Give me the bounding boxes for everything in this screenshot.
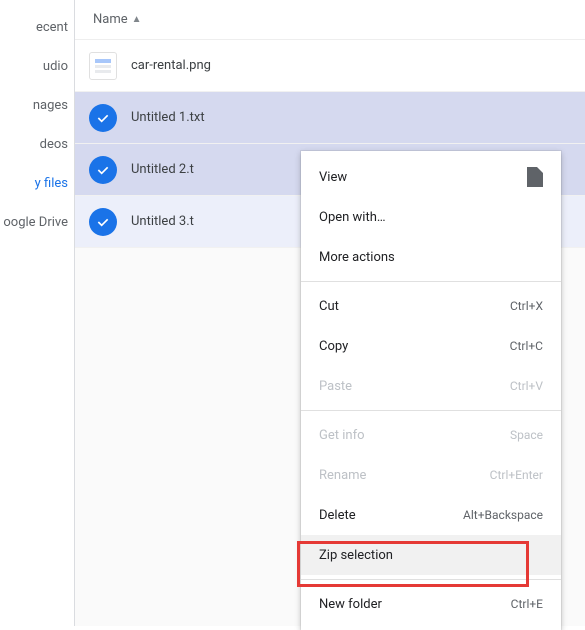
menu-label: Cut (319, 299, 339, 314)
file-name: Untitled 3.t (131, 214, 194, 229)
menu-item-new-folder[interactable]: New folder Ctrl+E (301, 584, 561, 624)
menu-label: Delete (319, 508, 356, 523)
sidebar-item-recent[interactable]: ecent (0, 8, 74, 47)
menu-item-copy[interactable]: Copy Ctrl+C (301, 326, 561, 366)
sidebar-item-label: y files (35, 176, 68, 191)
sidebar-item-label: deos (40, 137, 68, 152)
sidebar-item-videos[interactable]: deos (0, 125, 74, 164)
sidebar-item-images[interactable]: nages (0, 86, 74, 125)
selected-check-icon (89, 156, 117, 184)
menu-item-rename: Rename Ctrl+Enter (301, 455, 561, 495)
image-thumbnail-icon (89, 52, 117, 80)
menu-item-get-info: Get info Space (301, 415, 561, 455)
menu-label: Rename (319, 468, 366, 483)
file-name: car-rental.png (131, 58, 211, 73)
menu-separator (301, 410, 561, 411)
menu-item-delete[interactable]: Delete Alt+Backspace (301, 495, 561, 535)
menu-item-view[interactable]: View (301, 157, 561, 197)
sort-asc-icon: ▲ (132, 14, 142, 25)
sidebar-item-label: ecent (36, 20, 68, 35)
menu-label: Paste (319, 379, 352, 394)
menu-shortcut: Ctrl+X (510, 299, 543, 313)
sidebar-item-label: oogle Drive (3, 215, 68, 230)
menu-shortcut: Space (510, 428, 543, 442)
selected-check-icon (89, 104, 117, 132)
sidebar-item-google-drive[interactable]: oogle Drive (0, 203, 74, 242)
sidebar-item-audio[interactable]: udio (0, 47, 74, 86)
menu-label: More actions (319, 250, 395, 265)
menu-shortcut: Ctrl+E (511, 597, 543, 611)
file-row[interactable]: car-rental.png (75, 40, 585, 92)
menu-item-open-with[interactable]: Open with… (301, 197, 561, 237)
column-header-name[interactable]: Name ▲ (75, 0, 585, 40)
column-header-label: Name (93, 12, 128, 27)
menu-shortcut: Ctrl+V (510, 379, 543, 393)
menu-item-more-actions[interactable]: More actions (301, 237, 561, 277)
menu-shortcut: Ctrl+Enter (490, 468, 543, 482)
sidebar-item-my-files[interactable]: y files (0, 164, 74, 203)
file-row[interactable]: Untitled 1.txt (75, 92, 585, 144)
menu-label: Zip selection (319, 548, 393, 563)
menu-label: View (319, 170, 347, 185)
menu-label: Open with… (319, 210, 386, 225)
menu-item-paste: Paste Ctrl+V (301, 366, 561, 406)
menu-item-cut[interactable]: Cut Ctrl+X (301, 286, 561, 326)
menu-separator (301, 281, 561, 282)
menu-label: New folder (319, 597, 382, 612)
context-menu: View Open with… More actions Cut Ctrl+X … (301, 151, 561, 630)
menu-item-zip-selection[interactable]: Zip selection (301, 535, 561, 575)
selected-check-icon (89, 208, 117, 236)
menu-shortcut: Ctrl+C (510, 339, 543, 353)
sidebar-item-label: nages (33, 98, 68, 113)
file-name: Untitled 1.txt (131, 110, 205, 125)
menu-label: Get info (319, 428, 365, 443)
file-name: Untitled 2.t (131, 162, 194, 177)
sidebar-item-label: udio (43, 59, 68, 74)
sidebar: ecent udio nages deos y files oogle Driv… (0, 0, 75, 626)
menu-separator (301, 579, 561, 580)
menu-label: Copy (319, 339, 348, 354)
menu-shortcut: Alt+Backspace (463, 508, 543, 522)
file-icon (527, 167, 543, 187)
